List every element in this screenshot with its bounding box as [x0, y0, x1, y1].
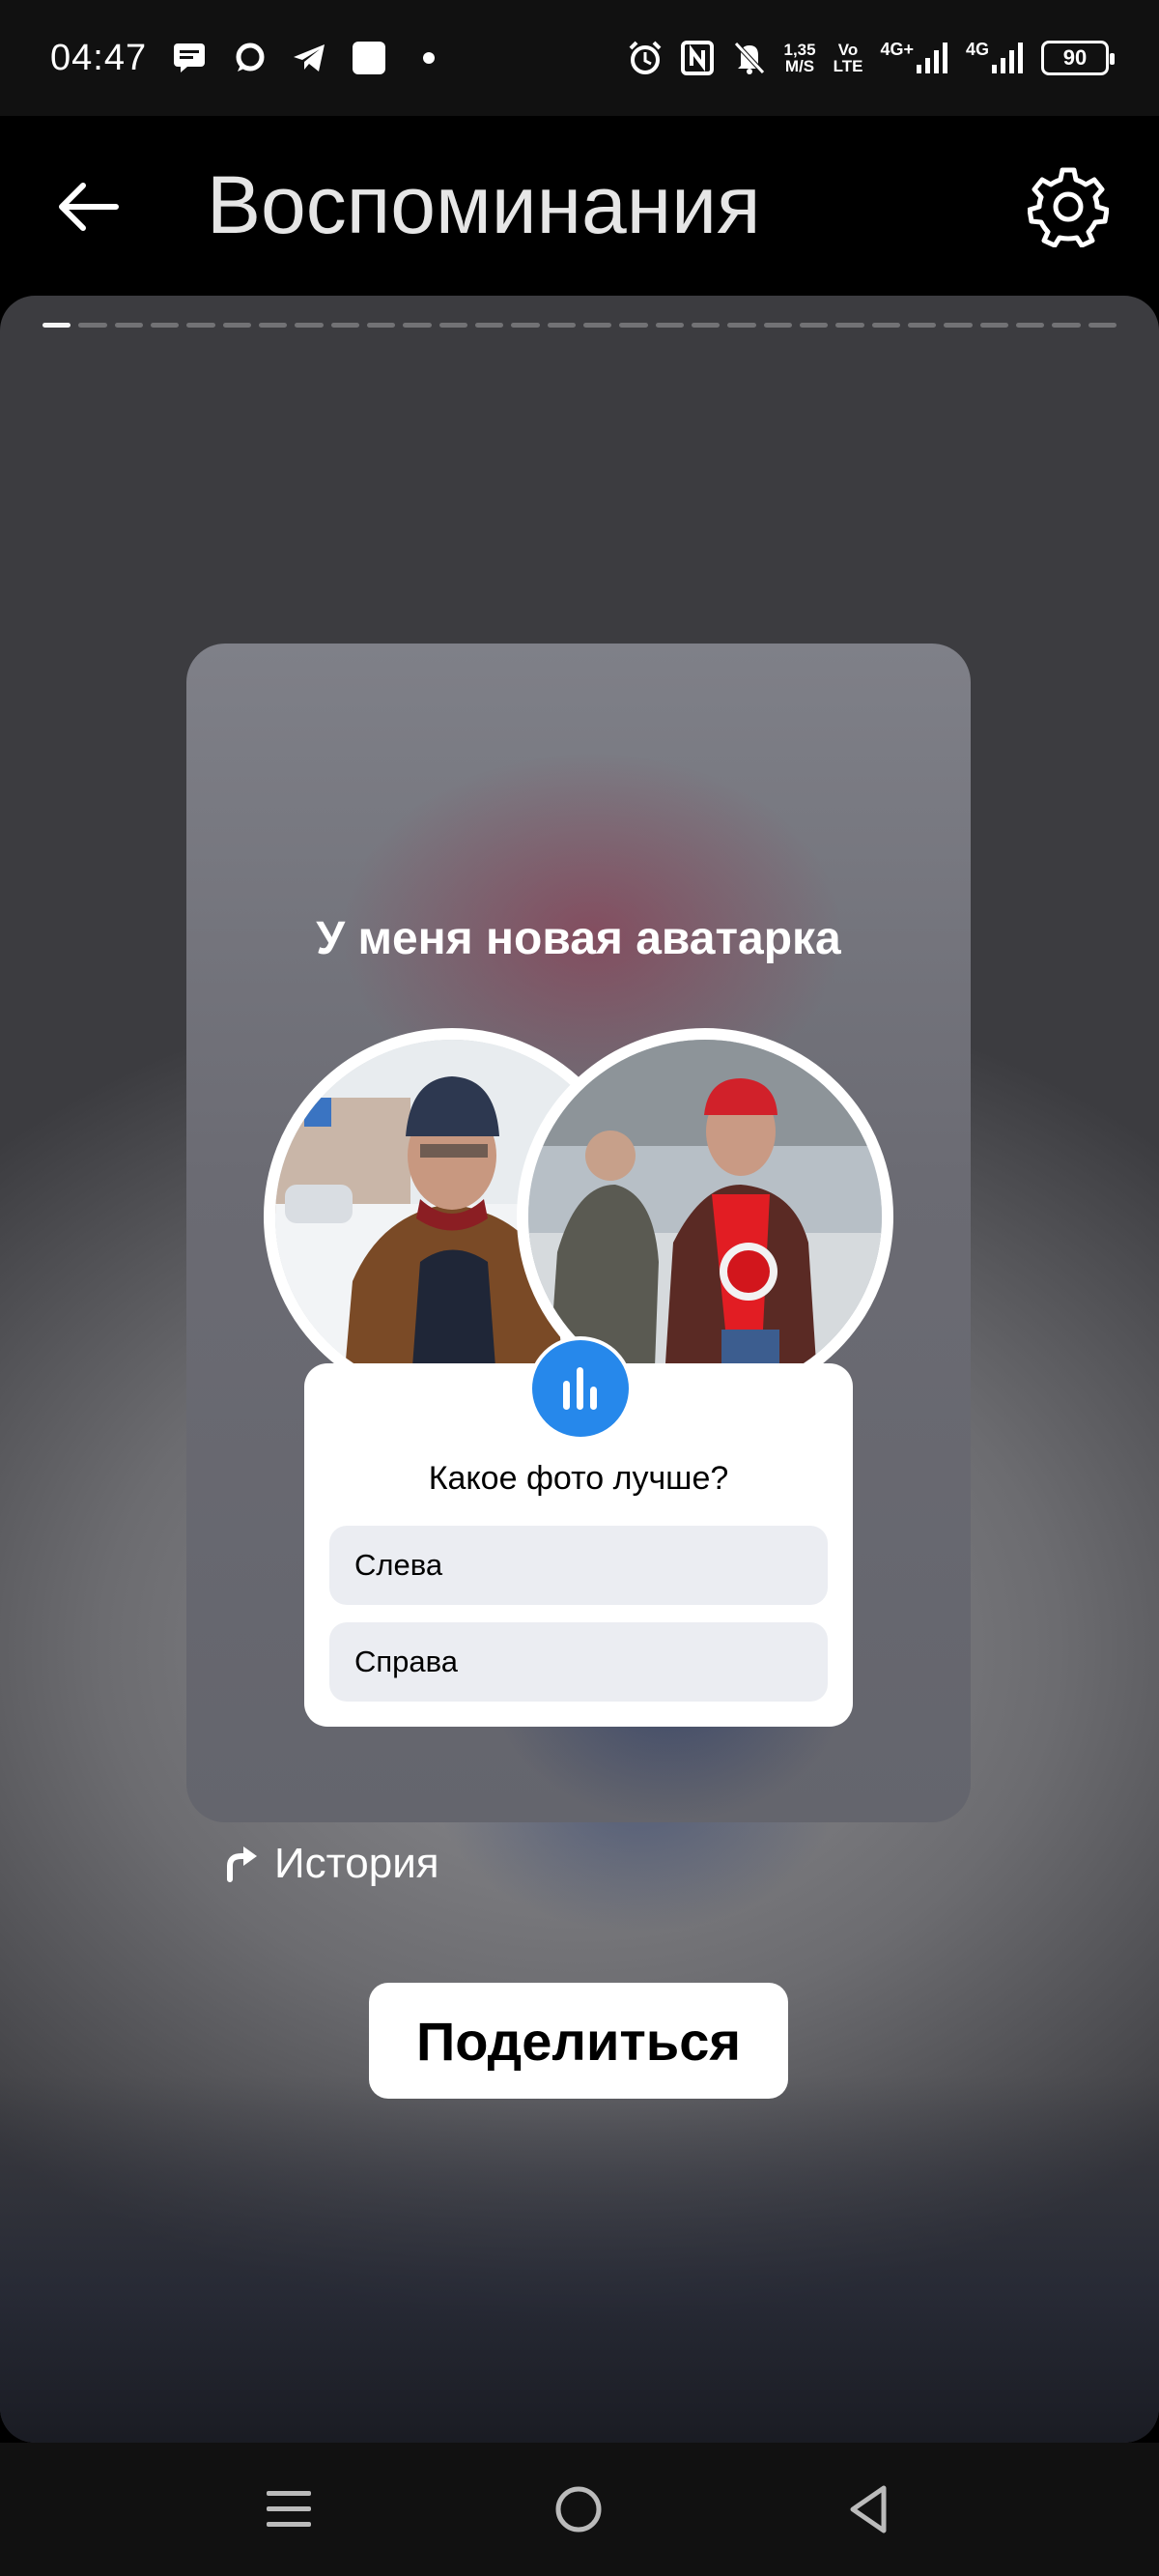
sim2-network-type: 4G [965, 40, 989, 59]
battery-level: 90 [1062, 45, 1088, 70]
progress-segment [474, 323, 504, 328]
network-speed-unit: M/S [784, 57, 815, 75]
arrow-left-icon [59, 183, 119, 231]
progress-segment [511, 323, 540, 328]
progress-segment [871, 323, 900, 328]
sim1-network-type: 4G+ [880, 40, 914, 59]
poll-option-label: Слева [354, 1548, 443, 1582]
chat-bubble-icon [232, 41, 267, 75]
progress-segment [799, 323, 829, 328]
app-square-icon [352, 41, 386, 75]
history-link[interactable]: История [222, 1840, 439, 1888]
progress-segment [258, 323, 288, 328]
progress-segment [366, 323, 396, 328]
progress-segment [1052, 323, 1081, 328]
nfc-icon [680, 41, 715, 75]
poll-icon [528, 1336, 633, 1441]
progress-segment [78, 323, 107, 328]
progress-segment [1088, 323, 1117, 328]
volte-indicator: Vo LTE [834, 42, 863, 74]
progress-segment [727, 323, 756, 328]
network-speed: 1,35 M/S [784, 42, 816, 74]
home-circle-icon [555, 2486, 602, 2533]
share-button-label: Поделиться [415, 2010, 742, 2072]
poll-widget: Какое фото лучше? Слева Справа [304, 1336, 853, 1727]
signal-bars-icon [916, 43, 947, 73]
progress-segment [1015, 323, 1045, 328]
progress-segment [691, 323, 721, 328]
gear-icon [1028, 167, 1109, 247]
page-title: Воспоминания [207, 159, 761, 250]
system-nav-bar [0, 2443, 1159, 2576]
story-viewer[interactable]: У меня новая аватарка Какое фото лучше? … [0, 296, 1159, 2443]
back-button[interactable] [54, 172, 124, 242]
sim2-signal: 4G [965, 40, 1024, 74]
progress-segment [150, 323, 180, 328]
system-status-icons: 1,35 M/S Vo LTE 4G+ 4G 90 [628, 40, 1115, 75]
progress-segment [186, 323, 215, 328]
progress-segment [763, 323, 792, 328]
progress-segment [330, 323, 359, 328]
share-arrow-icon [227, 1846, 257, 1882]
progress-segment [295, 323, 324, 328]
mute-bell-icon [732, 41, 767, 75]
poll-option-right[interactable]: Справа [329, 1622, 828, 1702]
card-caption: У меня новая аватарка [316, 913, 841, 964]
progress-segment [619, 323, 648, 328]
progress-segment [438, 323, 467, 328]
progress-segment [547, 323, 576, 328]
nav-back-button[interactable] [836, 2477, 900, 2541]
progress-segment [114, 323, 143, 328]
status-bar: 04:47 1,35 M/S Vo LTE 4G+ 4G 90 [0, 0, 1159, 116]
progress-segment [944, 323, 973, 328]
progress-segment [222, 323, 251, 328]
story-card[interactable]: У меня новая аватарка Какое фото лучше? … [186, 644, 971, 1822]
notification-icons [172, 41, 446, 75]
story-progress [42, 323, 1117, 328]
poll-option-label: Справа [354, 1645, 459, 1678]
nav-menu-button[interactable] [257, 2477, 321, 2541]
signal-bars-icon [992, 43, 1023, 73]
nav-home-button[interactable] [547, 2477, 610, 2541]
battery-icon: 90 [1041, 41, 1115, 75]
triangle-back-icon [850, 2485, 887, 2533]
poll-question: Какое фото лучше? [428, 1460, 729, 1497]
poll-option-left[interactable]: Слева [329, 1526, 828, 1605]
bar-chart-icon [563, 1367, 597, 1410]
story-bottom-shade [0, 2075, 1159, 2443]
progress-segment [979, 323, 1008, 328]
progress-segment [403, 323, 432, 328]
more-notifications-dot-icon [411, 41, 446, 75]
share-button[interactable]: Поделиться [369, 1983, 788, 2099]
progress-segment [835, 323, 864, 328]
app-header: Воспоминания [0, 116, 1159, 296]
menu-icon [267, 2491, 311, 2527]
progress-segment [42, 323, 71, 328]
progress-segment [655, 323, 684, 328]
volte-bottom: LTE [833, 57, 863, 75]
telegram-icon [292, 41, 326, 75]
message-icon [172, 41, 207, 75]
alarm-icon [628, 41, 663, 75]
progress-segment [907, 323, 937, 328]
progress-segment [582, 323, 612, 328]
sim1-signal: 4G+ [880, 40, 948, 74]
settings-button[interactable] [1028, 166, 1109, 247]
status-time: 04:47 [50, 37, 148, 78]
history-label: История [274, 1840, 439, 1887]
